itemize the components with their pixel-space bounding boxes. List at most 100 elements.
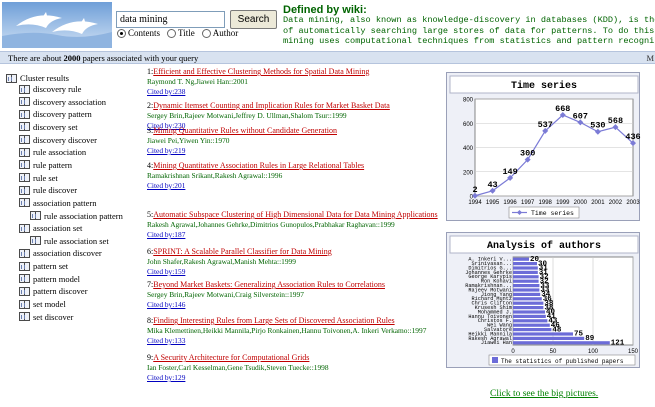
tree-item-label: Cluster results (20, 73, 69, 83)
result-title-link[interactable]: Dynamic Itemset Counting and Implication… (153, 101, 390, 110)
book-icon (30, 211, 41, 220)
book-icon (19, 198, 30, 208)
big-pictures-link[interactable]: Click to see the big pictures. (490, 389, 598, 399)
data-label: 530 (590, 121, 605, 131)
tree-item[interactable]: rule association pattern (30, 211, 123, 221)
x-tick-label: 1995 (486, 200, 500, 206)
tree-item-label: association set (33, 223, 83, 234)
result-cited-link[interactable]: Cited by:159 (147, 267, 332, 277)
result-title-link[interactable]: Mining Quantitative Rules without Candid… (153, 126, 337, 135)
results-info-bar: There are about 2000 papers associated w… (0, 51, 655, 64)
radio-author-dot[interactable] (201, 28, 211, 38)
bar (513, 279, 539, 283)
book-icon (19, 135, 30, 145)
result-title-link[interactable]: Beyond Market Baskets: Generalizing Asso… (153, 280, 385, 289)
result-authors: Ramakrishnan Srikant,Rakesh Agrawal::199… (147, 171, 283, 180)
result-cited-link[interactable]: Cited by:146 (147, 300, 385, 310)
book-icon (19, 261, 30, 271)
tree-item[interactable]: pattern set (19, 261, 68, 271)
tree-item[interactable]: rule association set (30, 236, 109, 246)
tree-item[interactable]: association discover (19, 248, 102, 258)
radio-author[interactable]: Author (201, 28, 238, 38)
result-authors: Rakesh Agrawal,Johannes Gehrke,Dimitrios… (147, 220, 395, 229)
search-button[interactable]: Search (230, 10, 277, 29)
chart-title: Analysis of authors (487, 240, 601, 252)
bar (513, 297, 542, 301)
chart-title: Time series (511, 80, 577, 92)
x-tick-label: 2002 (609, 200, 623, 206)
book-icon (19, 274, 30, 284)
result-item: 9:A Security Architecture for Computatio… (147, 353, 329, 383)
results-count: 2000 (63, 53, 81, 63)
book-icon (19, 109, 30, 119)
tree-item[interactable]: rule discover (19, 185, 77, 195)
y-tick-label: 400 (463, 146, 474, 152)
tree-item[interactable]: set discover (19, 312, 73, 322)
category-label: Jiawei Han (481, 340, 512, 346)
book-icon (19, 248, 30, 258)
tree-item[interactable]: rule pattern (19, 160, 72, 170)
book-icon (19, 160, 30, 170)
result-cited-link[interactable]: Cited by:201 (147, 181, 364, 191)
result-title-link[interactable]: Mining Quantitative Association Rules in… (153, 161, 364, 170)
authors-svg: Analysis of authors0 50 100 150A. Inkeri V.… (449, 235, 639, 366)
tree-item[interactable]: discovery discover (19, 135, 97, 145)
tree-item[interactable]: rule set (19, 173, 58, 183)
result-cited-link[interactable]: Cited by:219 (147, 146, 337, 156)
result-title-link[interactable]: SPRINT: A Scalable Parallel Classifier f… (153, 247, 331, 256)
result-title-link[interactable]: A Security Architecture for Computationa… (153, 353, 309, 362)
tree-root-cluster-results[interactable]: Cluster results (6, 73, 69, 83)
result-authors: Raymond T. Ng,Jiawei Han::2001 (147, 77, 248, 86)
result-authors: Sergey Brin,Rajeev Motwani,Craig Silvers… (147, 290, 304, 299)
y-tick-label: 600 (463, 122, 474, 128)
tree-item[interactable]: set model (19, 299, 66, 309)
results-count-text: There are about 2000 papers associated w… (8, 53, 198, 63)
tree-item[interactable]: association set (19, 223, 82, 233)
result-cited-link[interactable]: Cited by:129 (147, 373, 329, 383)
book-icon (19, 299, 30, 309)
time-series-chart: Time series 0 200 400 600 800 1994 1995 1996 1997… (446, 72, 641, 221)
radio-contents-dot[interactable] (117, 28, 126, 38)
book-icon (19, 173, 30, 183)
tree-item[interactable]: discovery pattern (19, 109, 92, 119)
book-icon (19, 286, 30, 296)
result-title-link[interactable]: Automatic Subspace Clustering of High Di… (153, 210, 437, 219)
search-input[interactable] (116, 11, 225, 28)
result-cited-link[interactable]: Cited by:133 (147, 336, 426, 346)
bar (513, 319, 548, 323)
tree-item[interactable]: association pattern (19, 198, 97, 208)
x-tick-label: 1996 (503, 200, 517, 206)
book-icon (19, 223, 30, 233)
radio-contents-label: Contents (128, 28, 161, 38)
result-cited-link[interactable]: Cited by:238 (147, 87, 369, 97)
result-cited-link[interactable]: Cited by:187 (147, 230, 438, 240)
result-title-line: 1:Efficient and Effective Clustering Met… (147, 67, 369, 77)
tree-item[interactable]: discovery set (19, 122, 78, 132)
result-authors: Sergey Brin,Rajeev Motwani,Jeffrey D. Ul… (147, 111, 347, 120)
dolphin-logo (2, 2, 112, 48)
book-icon (6, 73, 17, 83)
bar (513, 262, 537, 266)
result-title-link[interactable]: Finding Interesting Rules from Large Set… (153, 316, 394, 325)
result-item: 6:SPRINT: A Scalable Parallel Classifier… (147, 247, 332, 277)
result-item: 7:Beyond Market Baskets: Generalizing As… (147, 280, 385, 310)
result-title-link[interactable]: Efficient and Effective Clustering Metho… (153, 67, 369, 76)
tree-item[interactable]: discovery rule (19, 84, 81, 94)
radio-title[interactable]: Title (167, 28, 195, 38)
data-label: 607 (573, 111, 588, 121)
bar (513, 257, 529, 261)
result-title-line: 7:Beyond Market Baskets: Generalizing As… (147, 280, 385, 290)
radio-contents[interactable]: Contents (117, 28, 160, 38)
tree-item[interactable]: pattern discover (19, 286, 88, 296)
tree-item[interactable]: discovery association (19, 97, 106, 107)
tree-item[interactable]: pattern model (19, 274, 80, 284)
bar (513, 314, 546, 318)
bar (513, 323, 550, 327)
x-tick-label: 2003 (626, 200, 640, 206)
book-icon (19, 97, 30, 107)
tree-item[interactable]: rule association (19, 147, 86, 157)
radio-title-dot[interactable] (167, 28, 177, 38)
data-label: 436 (625, 132, 640, 142)
bar (513, 292, 541, 296)
legend-label: The statistics of published papers (501, 358, 624, 365)
